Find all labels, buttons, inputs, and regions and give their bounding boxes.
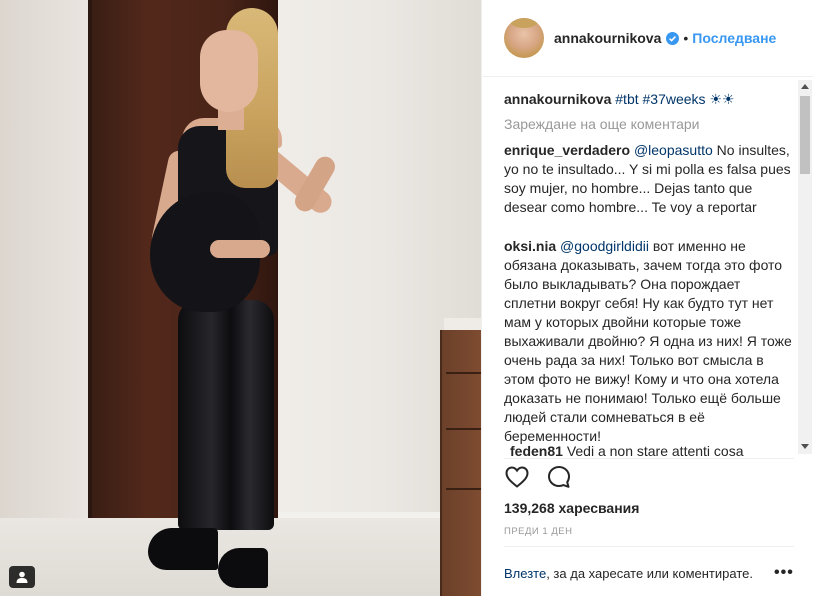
list-item: enrique_verdadero @leopasutto No insulte… bbox=[504, 141, 794, 217]
photo-drawer-line bbox=[446, 488, 481, 490]
comment-mention[interactable]: @leopasutto bbox=[634, 142, 713, 158]
more-options-icon[interactable]: ••• bbox=[774, 565, 794, 581]
photo-person-hand bbox=[210, 240, 270, 258]
comment-text: вот именно не обязана доказывать, зачем … bbox=[504, 238, 792, 444]
post-username[interactable]: annakournikova bbox=[554, 30, 661, 46]
heart-icon[interactable] bbox=[504, 464, 530, 490]
divider bbox=[504, 458, 794, 459]
photo-drawer-line bbox=[446, 372, 481, 374]
avatar[interactable] bbox=[504, 18, 544, 58]
list-item: oksi.nia @goodgirldidii вот именно не об… bbox=[504, 237, 794, 446]
photo-person-legs bbox=[178, 300, 274, 530]
caption-author[interactable]: annakournikova bbox=[504, 91, 611, 107]
list-item: feden81 Vedi a non stare attenti cosa bbox=[510, 442, 800, 456]
post-timestamp[interactable]: ПРЕДИ 1 ДЕН bbox=[504, 526, 572, 537]
comment-mention[interactable]: @goodgirldidii bbox=[560, 238, 649, 254]
post-actions bbox=[504, 464, 572, 490]
post-header: annakournikova • Последване bbox=[482, 0, 813, 77]
comment-text: Vedi a non stare attenti cosa bbox=[566, 443, 744, 456]
scrollbar-thumb[interactable] bbox=[800, 96, 810, 174]
photo-drawer-line bbox=[446, 428, 481, 430]
photo-wall bbox=[0, 0, 92, 520]
scroll-down-arrow-icon[interactable] bbox=[801, 444, 809, 449]
follow-button[interactable]: Последване bbox=[692, 30, 776, 46]
caption: annakournikova #tbt #37weeks ☀☀ bbox=[504, 90, 794, 109]
comment-author[interactable]: enrique_verdadero bbox=[504, 142, 630, 158]
photo-cabinet bbox=[440, 330, 481, 596]
scroll-up-arrow-icon[interactable] bbox=[801, 84, 809, 89]
photo-person-shoe bbox=[148, 528, 218, 570]
user-tag-icon[interactable] bbox=[9, 566, 35, 588]
post-photo[interactable] bbox=[0, 0, 481, 596]
comment-author[interactable]: oksi.nia bbox=[504, 238, 556, 254]
comments-list: annakournikova #tbt #37weeks ☀☀ Зареждан… bbox=[482, 78, 813, 456]
login-prompt-text: , за да харесате или коментирате. bbox=[546, 566, 753, 581]
login-prompt: Влезте, за да харесате или коментирате. bbox=[504, 566, 753, 581]
post-side-panel: annakournikova • Последване annakourniko… bbox=[481, 0, 813, 596]
comments-scrollbar[interactable] bbox=[798, 80, 812, 454]
login-link[interactable]: Влезте bbox=[504, 566, 546, 581]
caption-text[interactable]: #tbt #37weeks ☀☀ bbox=[615, 91, 734, 107]
verified-badge-icon bbox=[666, 31, 680, 45]
photo-person-face bbox=[200, 30, 258, 112]
likes-count[interactable]: 139,268 харесвания bbox=[504, 500, 639, 516]
comment-author[interactable]: feden81 bbox=[510, 443, 563, 456]
load-more-comments-button[interactable]: Зареждане на още коментари bbox=[504, 116, 699, 132]
photo-person-shoe bbox=[218, 548, 268, 588]
comment-icon[interactable] bbox=[546, 464, 572, 490]
header-separator: • bbox=[683, 30, 689, 46]
divider bbox=[504, 546, 794, 547]
